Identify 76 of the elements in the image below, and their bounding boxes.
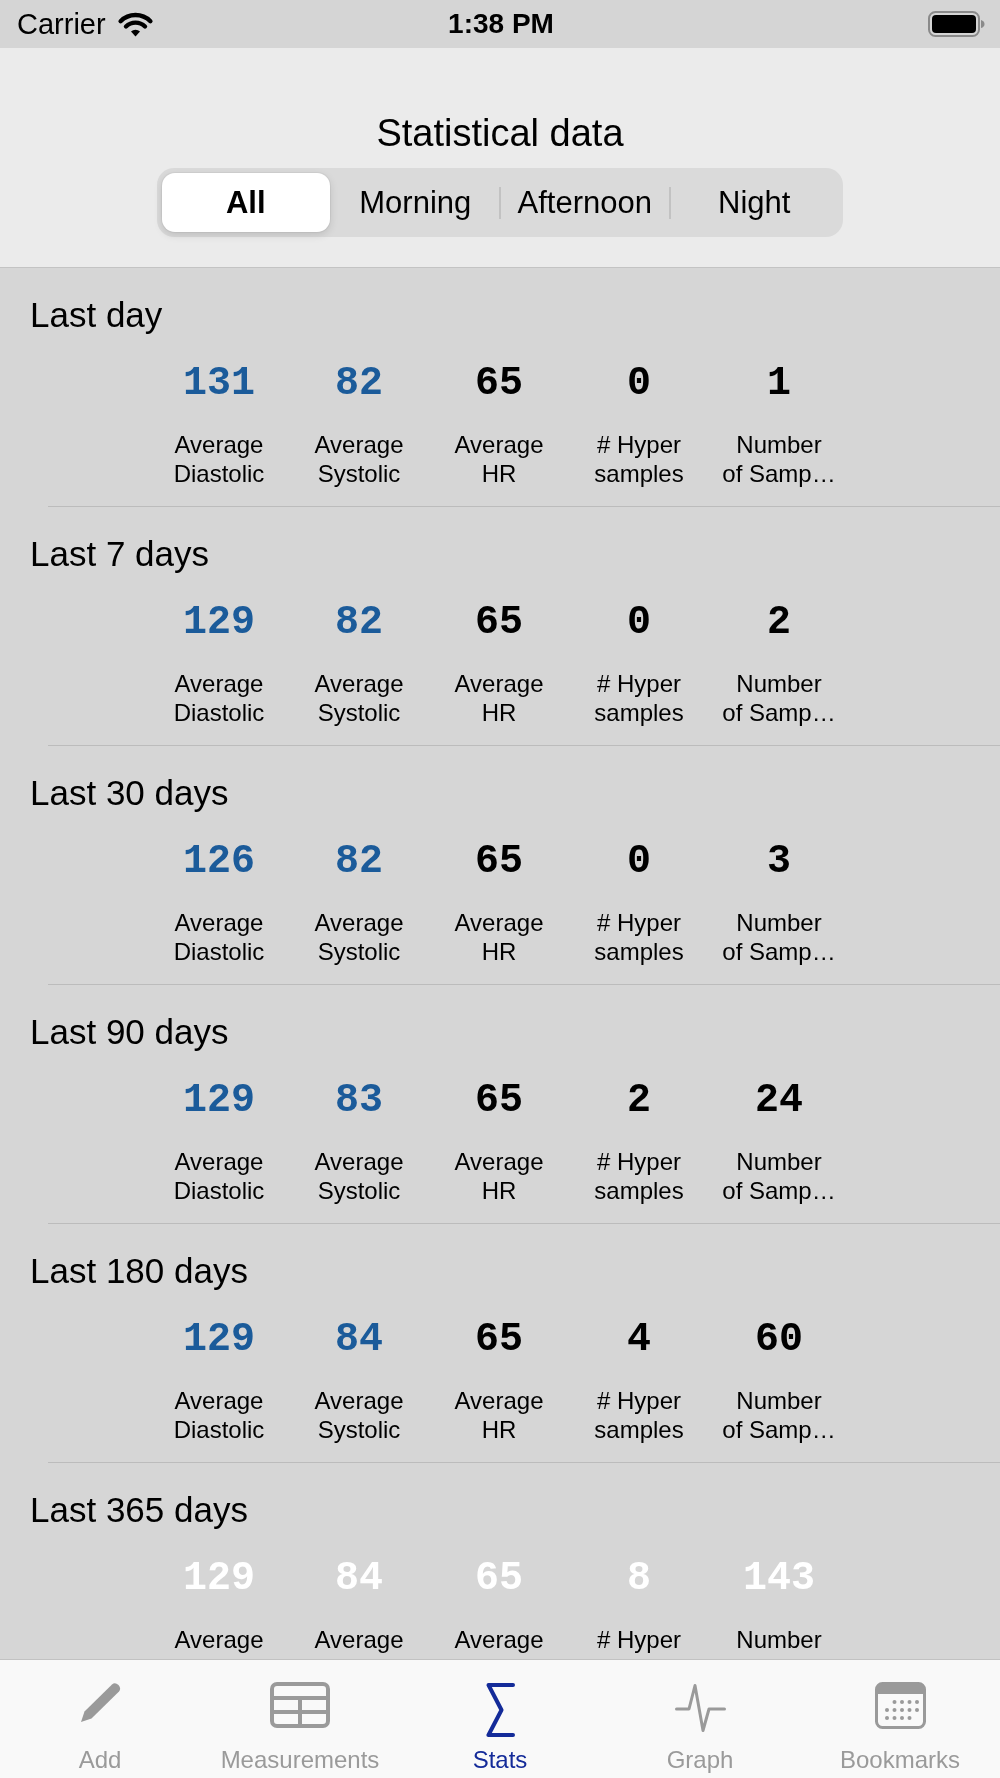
segment-button[interactable]: Night: [670, 173, 838, 232]
stat-value: 1: [767, 361, 791, 407]
sigma-icon: [484, 1682, 516, 1738]
stat-label: Average Diastolic: [173, 1148, 265, 1205]
stat-value: 129: [183, 1317, 255, 1363]
stat-label: Average Systolic: [314, 1148, 404, 1205]
stat-label: Number of Samp…: [722, 431, 836, 488]
tab-button[interactable]: Stats: [400, 1660, 600, 1778]
stat-label: # Hyper samples: [594, 1148, 684, 1205]
section-title: Last 365 days: [30, 1489, 248, 1531]
stat-label: Number of Samp…: [722, 1387, 836, 1444]
stat-value: 129: [183, 1078, 255, 1124]
pencil-icon: [78, 1682, 122, 1723]
stat-label: Average Diastolic: [173, 909, 265, 966]
stat-value: 2: [767, 600, 791, 646]
screen-title: Statistical data: [376, 111, 624, 156]
stat-label: Average Diastolic: [173, 1387, 265, 1444]
stat-value: 65: [475, 839, 523, 885]
stat-value: 60: [755, 1317, 803, 1363]
stat-label: # Hyper samples: [594, 431, 684, 488]
battery-icon: [928, 11, 985, 37]
stat-label: Average Diastolic: [173, 431, 265, 488]
stat-value: 82: [335, 361, 383, 407]
stat-value: 83: [335, 1078, 383, 1124]
stat-label: Number of Samp…: [722, 1148, 836, 1205]
stat-value: 0: [627, 839, 651, 885]
stat-value: 3: [767, 839, 791, 885]
stat-label: Average Systolic: [314, 909, 404, 966]
stat-label: Average: [314, 1626, 404, 1655]
segment-button[interactable]: All: [162, 173, 330, 232]
section-title: Last 180 days: [30, 1250, 248, 1292]
section-title: Last 30 days: [30, 772, 229, 814]
stat-value: 4: [627, 1317, 651, 1363]
pulse-line-icon: [674, 1682, 726, 1734]
stat-label: Average Systolic: [314, 431, 404, 488]
stat-value: 24: [755, 1078, 803, 1124]
stat-label: Number of Samp…: [722, 670, 836, 727]
stat-label: Average Systolic: [314, 1387, 404, 1444]
stat-label: Average HR: [454, 909, 544, 966]
stat-label: Average HR: [454, 431, 544, 488]
section-title: Last 7 days: [30, 533, 209, 575]
status-time: 1:38 PM: [448, 7, 554, 41]
stat-label: Average HR: [454, 1148, 544, 1205]
stat-label: # Hyper samples: [594, 909, 684, 966]
stat-label: Average: [174, 1626, 264, 1655]
stat-label: # Hyper samples: [594, 1387, 684, 1444]
stat-value: 129: [183, 600, 255, 646]
stat-value: 0: [627, 600, 651, 646]
calendar-icon: [874, 1682, 926, 1729]
stat-label: Average HR: [454, 1387, 544, 1444]
table-icon: [270, 1682, 330, 1728]
stat-value: 2: [627, 1078, 651, 1124]
stat-label: Average Systolic: [314, 670, 404, 727]
segment-button[interactable]: Afternoon: [501, 173, 669, 232]
stat-value: 0: [627, 361, 651, 407]
stat-value: 131: [183, 361, 255, 407]
carrier-label: Carrier: [17, 7, 106, 41]
stat-label: Average HR: [454, 670, 544, 727]
stat-label: Average: [454, 1626, 544, 1655]
stat-label: Number: [736, 1626, 822, 1655]
stat-value: 65: [475, 600, 523, 646]
stat-label: # Hyper: [596, 1626, 681, 1655]
stat-value: 82: [335, 600, 383, 646]
stat-label: # Hyper samples: [594, 670, 684, 727]
stat-value: 65: [475, 361, 523, 407]
stat-label: Average Diastolic: [173, 670, 265, 727]
section-title: Last 90 days: [30, 1011, 229, 1053]
segment-button[interactable]: Morning: [331, 173, 499, 232]
stat-label: Number of Samp…: [722, 909, 836, 966]
stat-value: 65: [475, 1078, 523, 1124]
stat-value: 65: [475, 1317, 523, 1363]
stat-value: 82: [335, 839, 383, 885]
stat-value: 126: [183, 839, 255, 885]
section-title: Last day: [30, 294, 163, 336]
stat-value: 84: [335, 1317, 383, 1363]
wifi-icon: [116, 10, 154, 38]
